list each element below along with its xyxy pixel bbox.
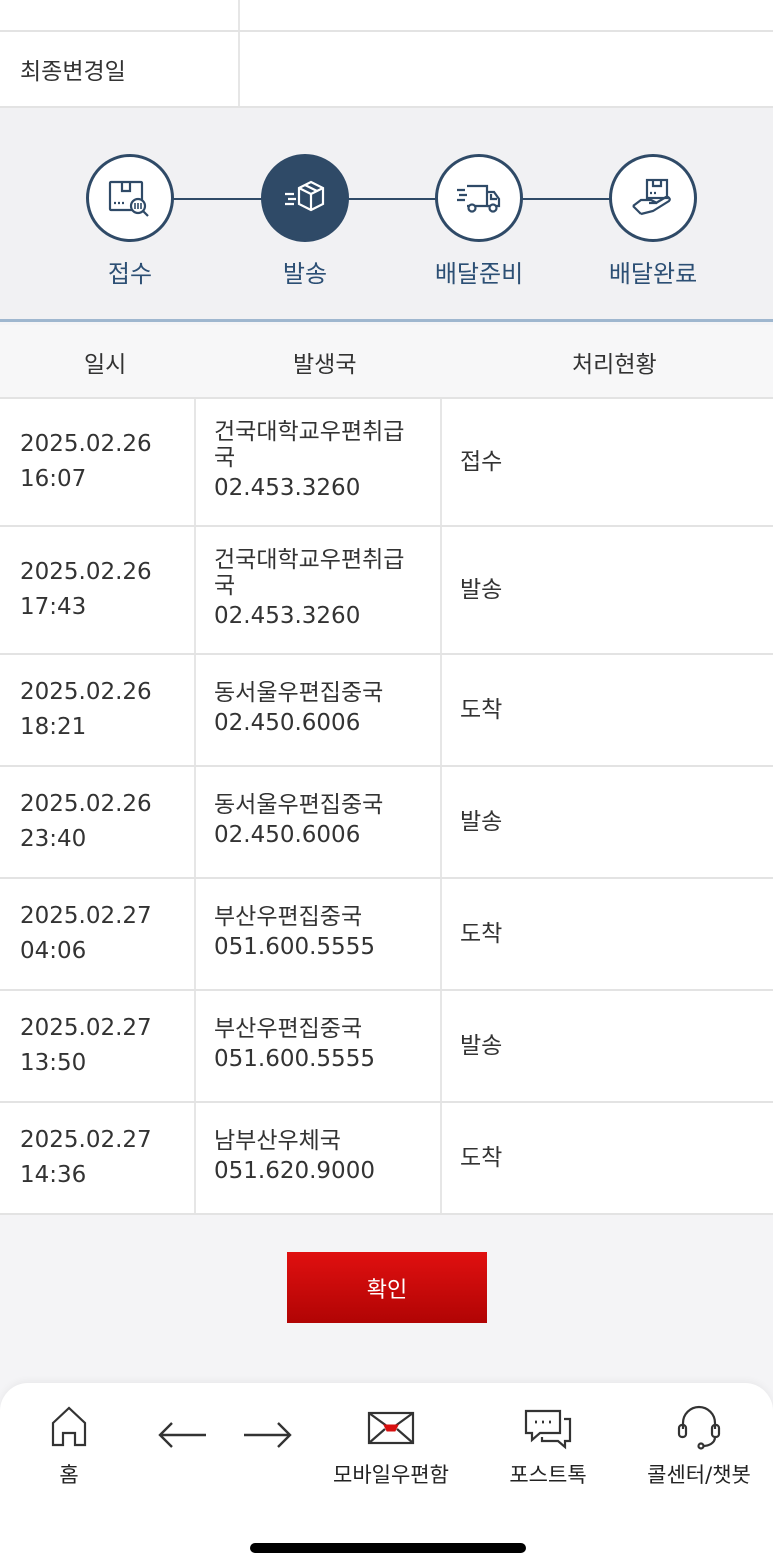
row-status: 발송: [460, 1032, 503, 1059]
step-label: 접수: [107, 260, 153, 288]
step-connector: [170, 198, 263, 200]
row-date: 2025.02.27: [20, 1127, 152, 1153]
headset-icon: [677, 1405, 721, 1450]
step-connector: [345, 198, 438, 200]
arrow-right-icon: [244, 1422, 292, 1448]
page: 최종변경일 접수 발송 배달준비 배달완료 일시 발생국 처리현황 2025.0…: [0, 0, 773, 1568]
row-time: 16:07: [20, 466, 87, 492]
info-row-previous: [0, 0, 773, 32]
row-phone[interactable]: 02.453.3260: [214, 599, 440, 634]
info-row-last-modified: 최종변경일: [0, 32, 773, 108]
home-icon: [51, 1406, 87, 1447]
header-status: 처리현황: [572, 352, 657, 378]
mail-envelope-icon: [367, 1411, 415, 1445]
nav-back[interactable]: [152, 1403, 212, 1467]
nav-home-label: 홈: [59, 1463, 79, 1487]
row-status: 발송: [460, 808, 503, 835]
nav-forward[interactable]: [238, 1403, 298, 1467]
row-office: 동서울우편집중국: [214, 791, 384, 818]
nav-mobile-mailbox-label: 모바일우편함: [333, 1463, 449, 1487]
row-office: 건국대학교우편취급국: [214, 418, 405, 471]
row-phone[interactable]: 051.600.5555: [214, 1042, 440, 1077]
bottom-navigation: 홈 모바일우편함 포스트톡 콜센터/챗봇: [0, 1383, 773, 1568]
row-time: 23:40: [20, 826, 87, 852]
table-row: 2025.02.26 23:40 동서울우편집중국 02.450.6006 발송: [0, 767, 773, 879]
nav-callcenter[interactable]: 콜센터/챗봇: [638, 1403, 760, 1489]
box-shipping-icon: [261, 154, 349, 242]
row-phone[interactable]: 02.450.6006: [214, 818, 440, 853]
step-connector: [520, 198, 613, 200]
table-row: 2025.02.26 16:07 건국대학교우편취급국 02.453.3260 접수: [0, 399, 773, 527]
nav-callcenter-label: 콜센터/챗봇: [647, 1463, 751, 1487]
row-office: 건국대학교우편취급국: [214, 546, 405, 599]
row-status: 도착: [460, 920, 503, 947]
tracking-table-body: 2025.02.26 16:07 건국대학교우편취급국 02.453.3260 접수…: [0, 399, 773, 1215]
table-row: 2025.02.27 04:06 부산우편집중국 051.600.5555 도착: [0, 879, 773, 991]
last-modified-label: 최종변경일: [0, 32, 240, 106]
table-row: 2025.02.26 17:43 건국대학교우편취급국 02.453.3260 발송: [0, 527, 773, 655]
row-office: 동서울우편집중국: [214, 679, 384, 706]
truck-icon: [435, 154, 523, 242]
row-phone[interactable]: 051.600.5555: [214, 930, 440, 965]
delivery-stepper: 접수 발송 배달준비 배달완료: [0, 108, 773, 322]
step-label: 발송: [282, 260, 328, 288]
row-date: 2025.02.26: [20, 791, 152, 817]
row-status: 접수: [460, 448, 503, 475]
row-phone[interactable]: 051.620.9000: [214, 1154, 440, 1189]
row-status: 도착: [460, 696, 503, 723]
row-date: 2025.02.27: [20, 1015, 152, 1041]
row-phone[interactable]: 02.450.6006: [214, 706, 440, 741]
nav-posttalk-label: 포스트톡: [509, 1463, 587, 1487]
nav-posttalk[interactable]: 포스트톡: [503, 1403, 593, 1489]
row-date: 2025.02.26: [20, 431, 152, 457]
row-office: 남부산우체국: [214, 1127, 341, 1154]
row-date: 2025.02.27: [20, 903, 152, 929]
row-office: 부산우편집중국: [214, 903, 363, 930]
row-status: 도착: [460, 1144, 503, 1171]
table-row: 2025.02.27 14:36 남부산우체국 051.620.9000 도착: [0, 1103, 773, 1215]
step-received: 접수: [86, 154, 174, 288]
row-office: 부산우편집중국: [214, 1015, 363, 1042]
row-time: 17:43: [20, 594, 87, 620]
row-date: 2025.02.26: [20, 559, 152, 585]
hand-box-icon: [609, 154, 697, 242]
box-search-icon: [86, 154, 174, 242]
row-phone[interactable]: 02.453.3260: [214, 471, 440, 506]
header-datetime: 일시: [84, 352, 127, 378]
home-indicator: [250, 1543, 526, 1553]
step-label: 배달완료: [608, 260, 698, 288]
tracking-table-header: 일시 발생국 처리현황: [0, 325, 773, 399]
table-row: 2025.02.26 18:21 동서울우편집중국 02.450.6006 도착: [0, 655, 773, 767]
row-time: 04:06: [20, 938, 87, 964]
step-ready-delivery: 배달준비: [435, 154, 523, 288]
step-shipped: 발송: [261, 154, 349, 288]
chat-bubble-icon: [524, 1409, 572, 1450]
row-date: 2025.02.26: [20, 679, 152, 705]
confirm-button[interactable]: 확인: [287, 1252, 487, 1323]
row-time: 14:36: [20, 1162, 87, 1188]
table-row: 2025.02.27 13:50 부산우편집중국 051.600.5555 발송: [0, 991, 773, 1103]
nav-home[interactable]: 홈: [40, 1403, 98, 1489]
nav-mobile-mailbox[interactable]: 모바일우편함: [327, 1403, 455, 1489]
header-office: 발생국: [293, 352, 357, 378]
step-label: 배달준비: [434, 260, 524, 288]
arrow-left-icon: [158, 1422, 206, 1448]
info-label-previous: [0, 0, 240, 30]
row-status: 발송: [460, 576, 503, 603]
row-time: 18:21: [20, 714, 87, 740]
step-delivered: 배달완료: [609, 154, 697, 288]
row-time: 13:50: [20, 1050, 87, 1076]
